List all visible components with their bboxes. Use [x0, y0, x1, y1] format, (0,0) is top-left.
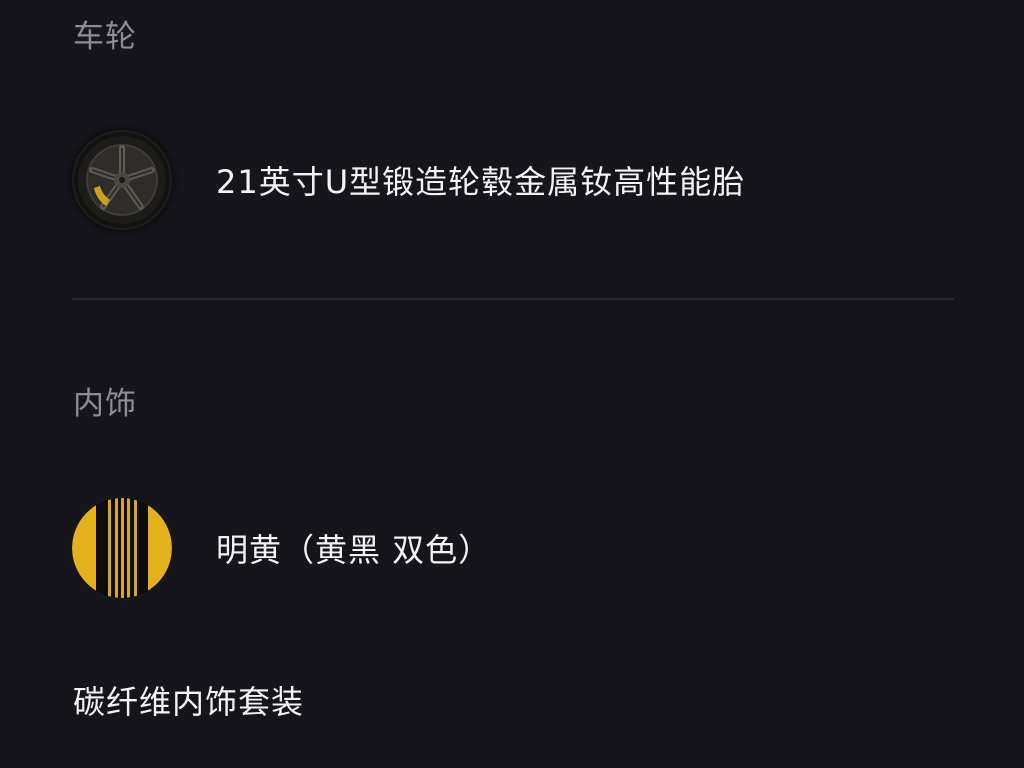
interior-option-label: 明黄（黄黑 双色） [216, 531, 492, 569]
wheel-option[interactable]: 21英寸U型锻造轮毂金属钕高性能胎 [72, 128, 952, 232]
forged-wheel-icon [72, 130, 172, 230]
interior-option[interactable]: 明黄（黄黑 双色） [72, 496, 952, 600]
wheel-option-label: 21英寸U型锻造轮毂金属钕高性能胎 [216, 163, 746, 201]
section-title-wheels: 车轮 [73, 19, 137, 55]
interior-color-swatch-icon [72, 498, 172, 598]
carbon-fiber-package-label[interactable]: 碳纤维内饰套装 [73, 686, 304, 718]
section-divider [72, 298, 954, 300]
section-title-interior: 内饰 [73, 386, 137, 422]
